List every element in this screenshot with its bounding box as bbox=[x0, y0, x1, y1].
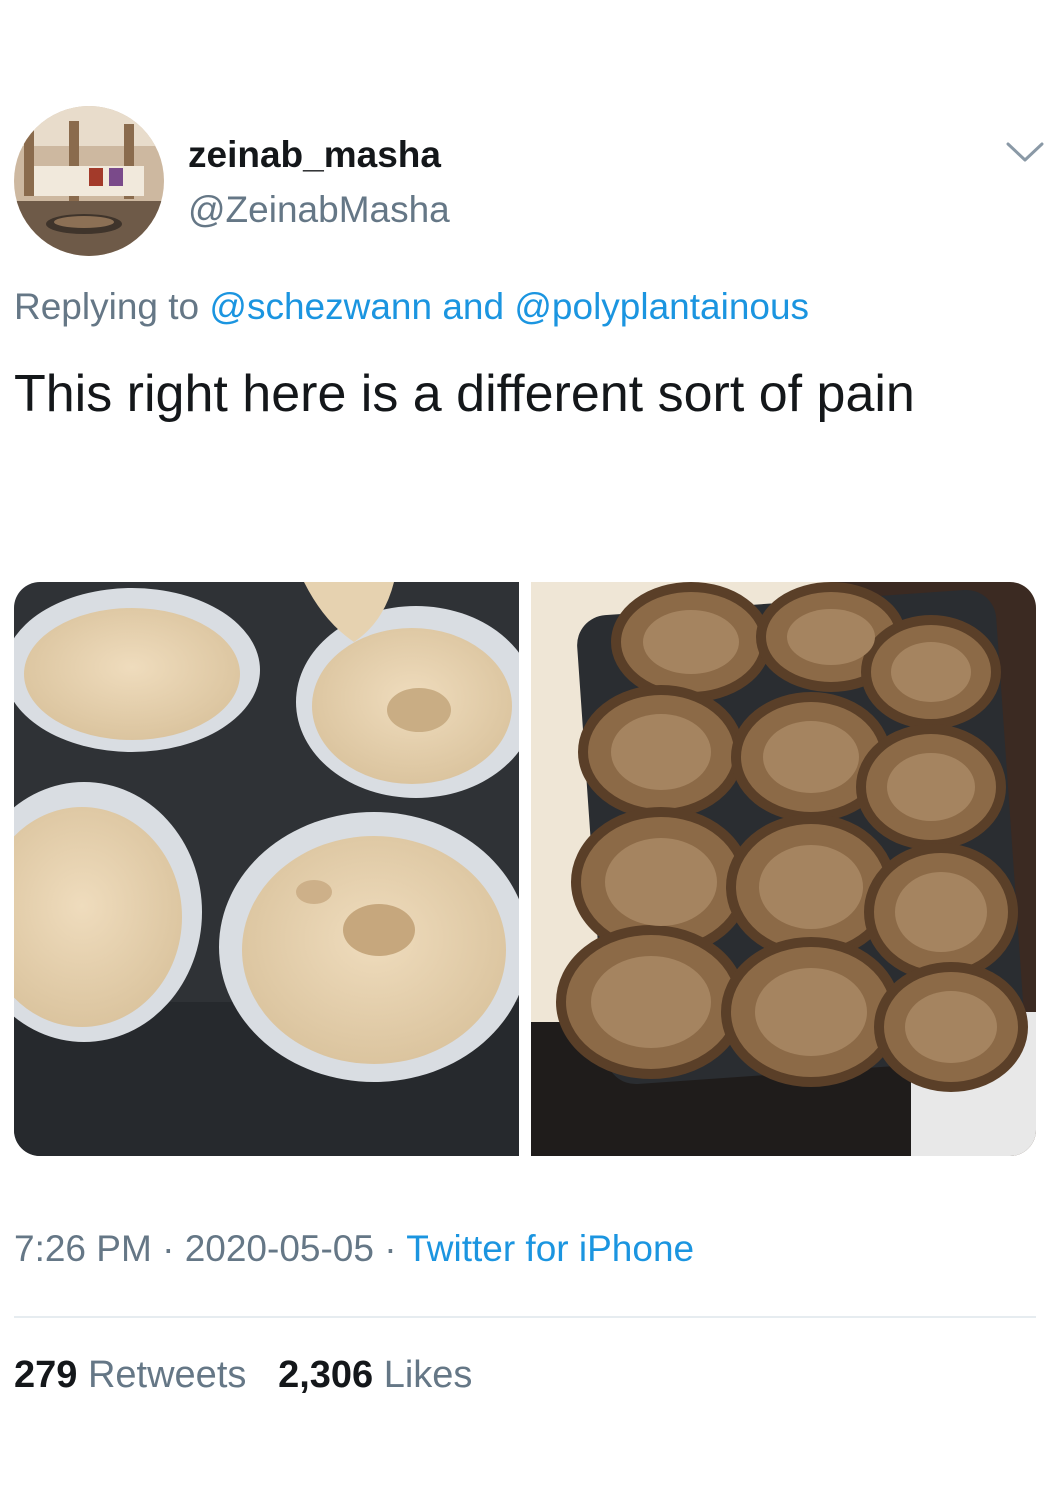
retweets-label: Retweets bbox=[87, 1354, 247, 1396]
tweet-meta: 7:26 PM · 2020-05-05 · Twitter for iPhon… bbox=[14, 1226, 694, 1272]
chevron-down-icon[interactable] bbox=[1004, 138, 1046, 168]
tweet-date[interactable]: 2020-05-05 bbox=[185, 1228, 374, 1269]
replying-to-connector: and bbox=[442, 286, 505, 327]
likes-stat[interactable]: 2,306 Likes bbox=[278, 1354, 472, 1396]
meta-separator: · bbox=[162, 1228, 175, 1269]
likes-count: 2,306 bbox=[278, 1354, 374, 1396]
mention-link-schezwann[interactable]: @schezwann bbox=[209, 286, 432, 327]
tweet-text: This right here is a different sort of p… bbox=[14, 365, 915, 423]
retweets-count: 279 bbox=[14, 1354, 78, 1396]
avatar-image bbox=[14, 106, 164, 256]
author-display-name[interactable]: zeinab_masha bbox=[188, 133, 441, 177]
tweet-source-link[interactable]: Twitter for iPhone bbox=[406, 1228, 694, 1269]
avatar[interactable] bbox=[14, 106, 164, 256]
replying-to-label: Replying to bbox=[14, 286, 200, 327]
meta-separator: · bbox=[384, 1228, 397, 1269]
tweet-stats: 279 Retweets 2,306 Likes bbox=[14, 1352, 472, 1398]
divider bbox=[14, 1316, 1036, 1318]
tweet-photo-batter[interactable] bbox=[14, 582, 519, 1156]
tweet-photo-baked[interactable] bbox=[531, 582, 1036, 1156]
replying-to-line: Replying to @schezwann and @polyplantain… bbox=[14, 284, 809, 330]
mention-link-polyplantainous[interactable]: @polyplantainous bbox=[514, 286, 809, 327]
retweets-stat[interactable]: 279 Retweets bbox=[14, 1354, 257, 1396]
author-handle[interactable]: @ZeinabMasha bbox=[188, 188, 450, 232]
tweet-time[interactable]: 7:26 PM bbox=[14, 1228, 152, 1269]
likes-label: Likes bbox=[383, 1354, 473, 1396]
